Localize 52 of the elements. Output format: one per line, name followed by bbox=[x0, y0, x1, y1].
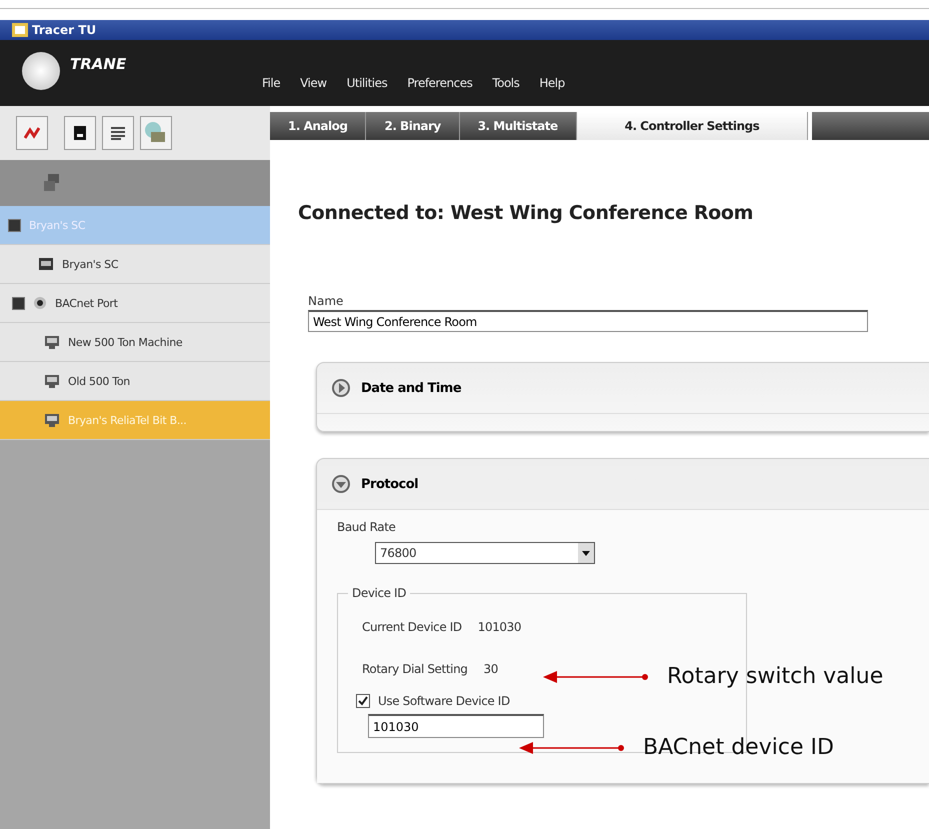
arrow-icon bbox=[543, 670, 649, 682]
document-icon bbox=[74, 126, 86, 140]
window-title: Tracer TU bbox=[32, 23, 96, 37]
menu-item[interactable]: Preferences bbox=[397, 76, 482, 90]
tab[interactable]: 2. Binary bbox=[366, 112, 460, 140]
field-value: 101030 bbox=[478, 620, 522, 634]
field-label: Rotary Dial Setting bbox=[362, 662, 468, 676]
menu-item[interactable]: Tools bbox=[482, 76, 530, 90]
name-input[interactable]: West Wing Conference Room bbox=[308, 310, 868, 332]
tree-item[interactable]: Bryan's SC bbox=[0, 245, 270, 284]
logo-circle-icon bbox=[22, 52, 60, 90]
tree-item[interactable]: BACnet Port bbox=[0, 284, 270, 323]
section-title: Protocol bbox=[361, 476, 418, 492]
field-label: Name bbox=[308, 294, 344, 308]
tree-item[interactable]: New 500 Ton Machine bbox=[0, 323, 270, 362]
field-label: Baud Rate bbox=[337, 520, 397, 534]
dropdown-arrow-icon bbox=[582, 550, 590, 556]
app-icon bbox=[12, 23, 28, 37]
section-header[interactable]: Date and Time bbox=[317, 363, 929, 414]
tab[interactable]: 4. Controller Settings bbox=[576, 112, 808, 140]
software-id-checkbox[interactable]: Use Software Device ID bbox=[356, 694, 726, 708]
checkmark-icon bbox=[358, 696, 368, 706]
section-title: Date and Time bbox=[361, 380, 462, 396]
zigzag-icon bbox=[24, 127, 40, 139]
baud-rate-dropdown[interactable]: 76800 bbox=[375, 542, 595, 564]
menu-item[interactable]: File bbox=[252, 76, 290, 90]
device-id-input[interactable]: 101030 bbox=[368, 714, 544, 738]
expand-toggle[interactable] bbox=[12, 296, 25, 310]
monitor-icon bbox=[44, 412, 60, 428]
menu-item[interactable]: Help bbox=[529, 76, 575, 90]
controller-icon bbox=[38, 257, 54, 271]
arrow-icon bbox=[519, 742, 625, 754]
list-icon bbox=[111, 126, 125, 140]
group-title: Device ID bbox=[351, 586, 408, 600]
tab[interactable]: 1. Analog bbox=[270, 112, 366, 140]
tool-button[interactable] bbox=[64, 116, 96, 150]
annotation-label: BACnet device ID bbox=[643, 735, 834, 760]
menu-item[interactable]: View bbox=[290, 76, 337, 90]
port-icon bbox=[33, 296, 47, 310]
tool-button[interactable] bbox=[102, 116, 134, 150]
network-icon bbox=[44, 174, 60, 192]
tree-item[interactable]: Old 500 Ton bbox=[0, 362, 270, 401]
menu-item[interactable]: Utilities bbox=[336, 76, 398, 90]
monitor-icon bbox=[44, 374, 60, 388]
connection-heading: Connected to: West Wing Conference Room bbox=[298, 202, 754, 224]
field-value: 30 bbox=[484, 662, 498, 676]
tab[interactable]: 3. Multistate bbox=[460, 112, 577, 140]
expand-toggle[interactable] bbox=[8, 218, 21, 232]
annotation-label: Rotary switch value bbox=[667, 664, 884, 689]
field-label: Current Device ID bbox=[362, 620, 462, 634]
monitor-icon bbox=[44, 334, 60, 350]
logo: TRANE bbox=[70, 55, 126, 73]
